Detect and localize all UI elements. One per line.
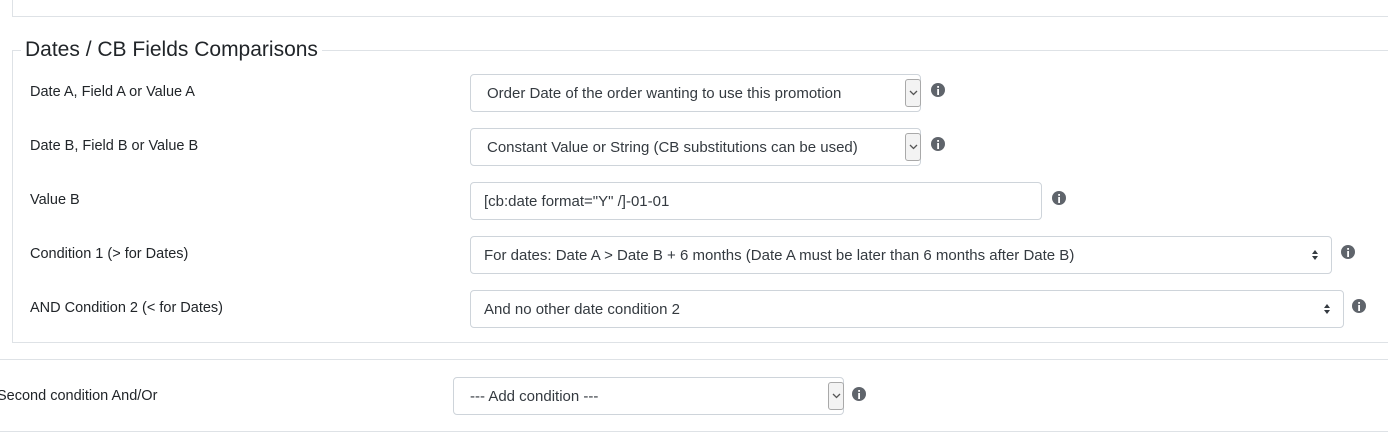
date-a-select[interactable]: Order Date of the order wanting to use t…: [470, 74, 921, 112]
condition-2-select[interactable]: And no other date condition 2: [470, 290, 1344, 328]
chevron-down-icon[interactable]: [905, 133, 921, 161]
info-circle-icon[interactable]: [931, 137, 945, 151]
date-b-label: Date B, Field B or Value B: [30, 138, 199, 154]
value-b-label: Value B: [30, 192, 80, 208]
second-condition-select-value: --- Add condition ---: [470, 387, 599, 405]
date-a-label: Date A, Field A or Value A: [30, 84, 195, 100]
value-b-input[interactable]: [cb:date format="Y" /]-01-01: [470, 182, 1042, 220]
sort-arrows-icon: [1324, 304, 1330, 314]
previous-section-panel: [12, 0, 1388, 17]
group-legend: Dates / CB Fields Comparisons: [25, 38, 318, 61]
condition-1-label: Condition 1 (> for Dates): [30, 246, 189, 262]
chevron-down-icon[interactable]: [828, 382, 844, 410]
condition-2-select-value: And no other date condition 2: [484, 300, 680, 318]
info-circle-icon[interactable]: [852, 387, 866, 401]
info-circle-icon[interactable]: [1341, 245, 1355, 259]
section-divider: [0, 431, 1388, 432]
second-condition-select[interactable]: --- Add condition ---: [453, 377, 844, 415]
chevron-down-icon[interactable]: [905, 79, 921, 107]
date-b-select[interactable]: Constant Value or String (CB substitutio…: [470, 128, 921, 166]
condition-1-select-value: For dates: Date A > Date B + 6 months (D…: [484, 246, 1075, 264]
condition-1-select[interactable]: For dates: Date A > Date B + 6 months (D…: [470, 236, 1332, 274]
condition-2-label: AND Condition 2 (< for Dates): [30, 300, 224, 316]
value-b-input-text: [cb:date format="Y" /]-01-01: [484, 192, 670, 210]
date-a-select-value: Order Date of the order wanting to use t…: [487, 84, 842, 102]
sort-arrows-icon: [1312, 250, 1318, 260]
section-divider: [0, 359, 1388, 360]
info-circle-icon[interactable]: [1352, 299, 1366, 313]
date-b-select-value: Constant Value or String (CB substitutio…: [487, 138, 858, 156]
info-circle-icon[interactable]: [931, 83, 945, 97]
info-circle-icon[interactable]: [1052, 191, 1066, 205]
second-condition-label: Second condition And/Or: [0, 388, 158, 404]
